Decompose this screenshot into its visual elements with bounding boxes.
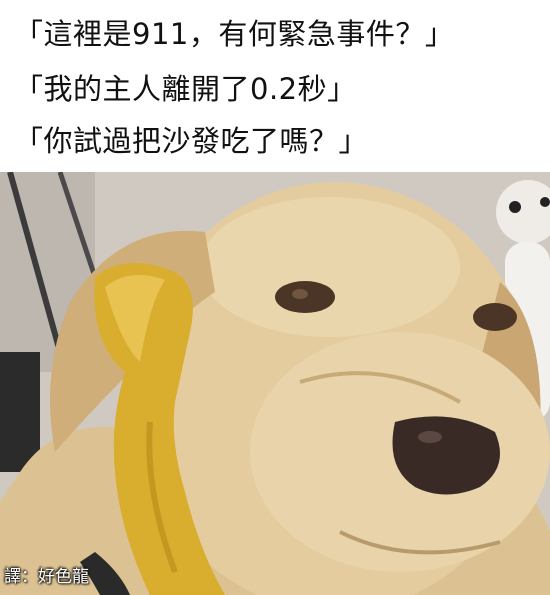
translator-credit: 譯：好色龍 bbox=[4, 567, 89, 587]
toy-eye bbox=[540, 197, 550, 207]
dog-forehead bbox=[200, 197, 460, 337]
caption-block: 「這裡是911，有何緊急事件？」 「我的主人離開了0.2秒」 「你試過把沙發吃了… bbox=[0, 0, 550, 172]
background-object bbox=[0, 352, 40, 472]
caption-line-3: 「你試過把沙發吃了嗎？」 bbox=[14, 124, 369, 158]
caption-line-1: 「這裡是911，有何緊急事件？」 bbox=[14, 17, 455, 51]
dog-illustration bbox=[0, 172, 550, 595]
dog-eye-left-highlight bbox=[292, 289, 308, 299]
caption-line-2: 「我的主人離開了0.2秒」 bbox=[14, 72, 357, 106]
toy-eye bbox=[509, 201, 521, 213]
dog-nose-highlight bbox=[418, 431, 442, 443]
dog-eye-right bbox=[473, 303, 517, 331]
dog-phone-photo bbox=[0, 172, 550, 595]
